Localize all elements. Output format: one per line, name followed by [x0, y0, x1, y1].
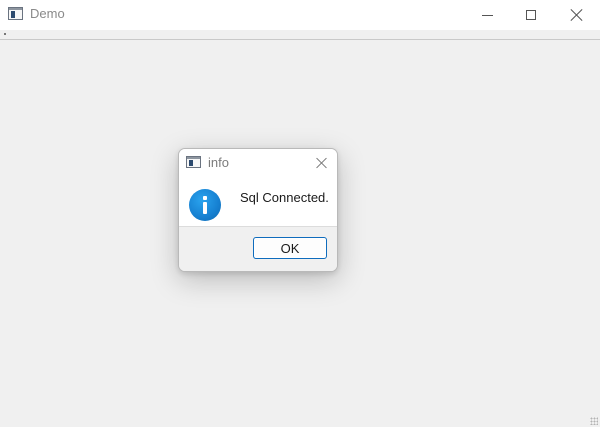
maximize-icon [526, 10, 536, 20]
menu-bar[interactable] [0, 30, 600, 40]
close-icon [571, 9, 583, 21]
ok-button[interactable]: OK [253, 237, 327, 259]
minimize-button[interactable] [464, 0, 510, 30]
close-button[interactable] [554, 0, 600, 30]
dialog-title: info [208, 155, 229, 170]
app-window-icon [186, 156, 201, 168]
main-window: Demo info Sql Connected. OK [0, 0, 600, 427]
dialog-close-button[interactable] [311, 153, 333, 173]
resize-grip-icon[interactable] [590, 417, 598, 425]
dialog-titlebar[interactable]: info [179, 149, 337, 177]
dialog-footer: OK [179, 228, 337, 271]
dialog-body: Sql Connected. [179, 177, 337, 227]
menu-bar-handle [4, 33, 6, 35]
window-titlebar[interactable]: Demo [0, 0, 600, 30]
close-icon [317, 158, 327, 168]
app-window-icon [8, 7, 23, 20]
info-icon [189, 189, 221, 221]
maximize-button[interactable] [508, 0, 554, 30]
minimize-icon [481, 14, 493, 16]
window-title: Demo [30, 6, 65, 21]
info-dialog: info Sql Connected. OK [178, 148, 338, 272]
dialog-message: Sql Connected. [240, 190, 329, 205]
